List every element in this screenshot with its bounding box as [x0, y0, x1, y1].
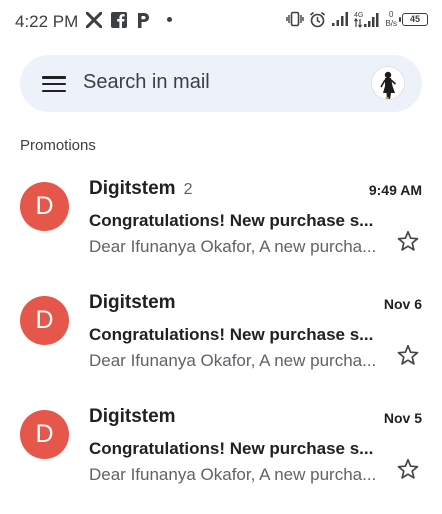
mail-snippet: Dear Ifunanya Okafor, A new purcha...	[89, 351, 377, 370]
mail-time: 9:49 AM	[368, 182, 422, 198]
thread-count: 2	[183, 181, 193, 198]
mail-snippet: Dear Ifunanya Okafor, A new purcha...	[89, 237, 377, 256]
alarm-icon	[310, 11, 326, 27]
sender-avatar[interactable]: D	[20, 410, 69, 459]
notification-icons	[86, 11, 172, 28]
sender-label: Digitstem	[89, 406, 176, 427]
account-avatar[interactable]	[371, 66, 405, 100]
network-speed-unit: B/s	[385, 19, 397, 28]
signal-icon	[332, 12, 349, 26]
mail-list-item[interactable]: D Digitstem Nov 6 Congratulations! New p…	[0, 290, 442, 400]
system-icons: 4G 0 B/s 45	[286, 10, 428, 28]
profile-picture	[372, 67, 404, 99]
mail-time: Nov 6	[383, 296, 422, 312]
mail-time: Nov 5	[383, 410, 422, 426]
status-bar: 4:22 PM 4G 0 B/s 45	[0, 0, 442, 44]
battery-icon: 45	[399, 12, 428, 26]
status-time: 4:22 PM	[15, 12, 79, 31]
4g-signal-icon: 4G	[354, 12, 379, 28]
search-input[interactable]: Search in mail	[83, 71, 210, 94]
mail-subject: Congratulations! New purchase s...	[89, 439, 374, 458]
hamburger-menu-icon[interactable]	[42, 76, 66, 93]
network-speed: 0 B/s	[385, 10, 397, 28]
pinterest-icon	[138, 13, 149, 28]
mail-subject: Congratulations! New purchase s...	[89, 211, 374, 230]
star-icon[interactable]	[396, 229, 420, 253]
sender-avatar[interactable]: D	[20, 182, 69, 231]
sender-name: Digitstem	[89, 292, 176, 314]
network-speed-value: 0	[388, 10, 394, 19]
sender-avatar[interactable]: D	[20, 296, 69, 345]
x-icon	[86, 11, 102, 28]
mail-snippet: Dear Ifunanya Okafor, A new purcha...	[89, 465, 377, 484]
mail-list-item[interactable]: D Digitstem 2 9:49 AM Congratulations! Ne…	[0, 176, 442, 286]
search-bar[interactable]: Search in mail	[20, 55, 422, 112]
more-notifications-dot	[167, 17, 172, 22]
facebook-icon	[111, 11, 127, 28]
vibrate-icon	[286, 11, 305, 27]
battery-level: 45	[409, 14, 420, 24]
svg-text:4G: 4G	[354, 12, 363, 19]
star-icon[interactable]	[396, 343, 420, 367]
section-label-promotions: Promotions	[20, 137, 96, 154]
mail-subject: Congratulations! New purchase s...	[89, 325, 374, 344]
sender-name: Digitstem	[89, 406, 176, 428]
sender-label: Digitstem	[89, 292, 176, 313]
star-icon[interactable]	[396, 457, 420, 481]
sender-label: Digitstem	[89, 178, 176, 199]
sender-name: Digitstem 2	[89, 178, 192, 200]
